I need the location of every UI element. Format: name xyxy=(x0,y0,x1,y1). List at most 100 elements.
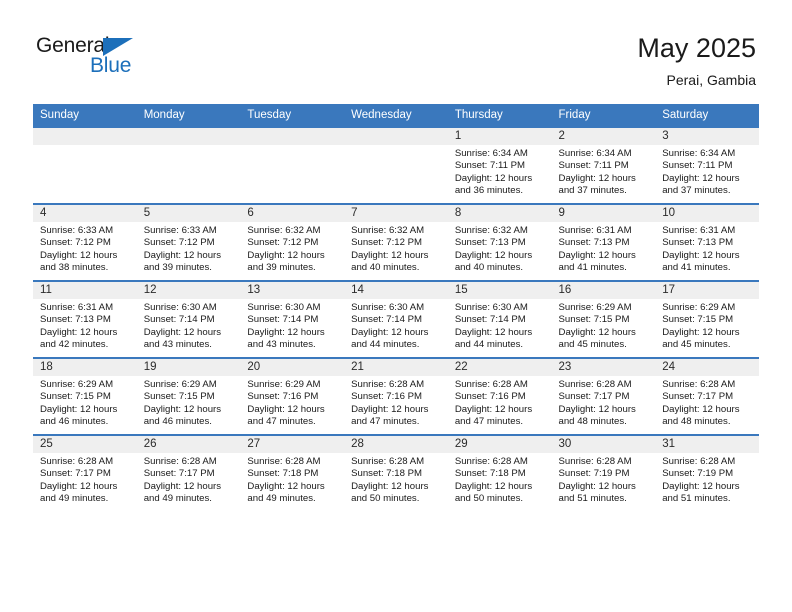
sunset-text: Sunset: 7:17 PM xyxy=(558,391,630,403)
calendar-day-cell[interactable]: 23 Sunrise: 6:28 AM Sunset: 7:17 PM Dayligh… xyxy=(551,357,656,435)
calendar-day-cell[interactable]: 25 Sunrise: 6:28 AM Sunset: 7:17 PM Dayligh… xyxy=(33,434,137,511)
calendar-day-cell[interactable]: 29 Sunrise: 6:28 AM Sunset: 7:18 PM Dayligh… xyxy=(447,434,552,511)
calendar-day-cell[interactable]: 5 Sunrise: 6:33 AM Sunset: 7:12 PM Daylight… xyxy=(136,203,241,281)
sunset-text: Sunset: 7:16 PM xyxy=(247,391,319,403)
day-details: Sunrise: 6:29 AM Sunset: 7:15 PM Daylight:… xyxy=(137,376,241,429)
day-details: Sunrise: 6:28 AM Sunset: 7:16 PM Daylight:… xyxy=(344,376,448,429)
calendar-day-cell[interactable]: 26 Sunrise: 6:28 AM Sunset: 7:17 PM Dayligh… xyxy=(136,434,241,511)
title-block: May 2025 Perai, Gambia xyxy=(637,32,756,90)
day-details: Sunrise: 6:28 AM Sunset: 7:18 PM Daylight:… xyxy=(344,453,448,506)
day-details: Sunrise: 6:32 AM Sunset: 7:12 PM Daylight:… xyxy=(344,222,448,275)
day-number: 29 xyxy=(447,436,552,453)
day-number: 13 xyxy=(240,282,345,299)
sunset-text: Sunset: 7:13 PM xyxy=(454,237,526,249)
sunset-text: Sunset: 7:15 PM xyxy=(662,314,734,326)
sunrise-text: Sunrise: 6:28 AM xyxy=(143,456,217,467)
sunrise-text: Sunrise: 6:32 AM xyxy=(247,225,321,236)
day-number: 1 xyxy=(447,128,552,145)
calendar-day-cell[interactable]: 21 Sunrise: 6:28 AM Sunset: 7:16 PM Dayligh… xyxy=(344,357,448,435)
calendar-day-cell[interactable]: 6 Sunrise: 6:32 AM Sunset: 7:12 PM Daylight… xyxy=(240,203,345,281)
sunrise-text: Sunrise: 6:28 AM xyxy=(351,379,425,390)
calendar-day-cell[interactable]: 19 Sunrise: 6:29 AM Sunset: 7:15 PM Dayligh… xyxy=(136,357,241,435)
daylight-text: Daylight: 12 hours and 46 minutes. xyxy=(40,403,118,428)
weekday-header-saturday: Saturday xyxy=(655,104,759,127)
day-number: 10 xyxy=(655,205,759,222)
day-number: 8 xyxy=(447,205,552,222)
sunset-text: Sunset: 7:19 PM xyxy=(662,468,734,480)
sunrise-text: Sunrise: 6:28 AM xyxy=(454,456,528,467)
sunrise-text: Sunrise: 6:33 AM xyxy=(40,225,114,236)
calendar-day-cell[interactable]: 16 Sunrise: 6:29 AM Sunset: 7:15 PM Dayligh… xyxy=(551,280,656,358)
daylight-text: Daylight: 12 hours and 47 minutes. xyxy=(247,403,325,428)
calendar-day-cell[interactable]: 8 Sunrise: 6:32 AM Sunset: 7:13 PM Daylight… xyxy=(447,203,552,281)
location-subtitle: Perai, Gambia xyxy=(666,72,756,88)
sunrise-text: Sunrise: 6:28 AM xyxy=(40,456,114,467)
sunrise-text: Sunrise: 6:29 AM xyxy=(558,302,632,313)
sunset-text: Sunset: 7:16 PM xyxy=(454,391,526,403)
calendar-day-cell[interactable]: 17 Sunrise: 6:29 AM Sunset: 7:15 PM Dayligh… xyxy=(655,280,759,358)
calendar-day-cell[interactable]: 31 Sunrise: 6:28 AM Sunset: 7:19 PM Dayligh… xyxy=(655,434,759,511)
day-details: Sunrise: 6:28 AM Sunset: 7:19 PM Daylight:… xyxy=(655,453,759,506)
sunrise-text: Sunrise: 6:31 AM xyxy=(662,225,736,236)
calendar-day-cell[interactable]: 13 Sunrise: 6:30 AM Sunset: 7:14 PM Dayligh… xyxy=(240,280,345,358)
daylight-text: Daylight: 12 hours and 49 minutes. xyxy=(247,480,325,505)
day-number: 23 xyxy=(551,359,656,376)
calendar-day-cell[interactable]: 27 Sunrise: 6:28 AM Sunset: 7:18 PM Dayligh… xyxy=(240,434,345,511)
day-details: Sunrise: 6:29 AM Sunset: 7:16 PM Daylight:… xyxy=(240,376,344,429)
daylight-text: Daylight: 12 hours and 45 minutes. xyxy=(558,326,636,351)
day-number: 27 xyxy=(240,436,345,453)
sunrise-text: Sunrise: 6:29 AM xyxy=(143,379,217,390)
calendar-day-cell[interactable]: 1 Sunrise: 6:34 AM Sunset: 7:11 PM Daylight… xyxy=(447,126,552,204)
calendar-day-cell[interactable]: 4 Sunrise: 6:33 AM Sunset: 7:12 PM Daylight… xyxy=(33,203,137,281)
sunrise-text: Sunrise: 6:29 AM xyxy=(662,302,736,313)
day-number: 2 xyxy=(551,128,656,145)
day-number: 16 xyxy=(551,282,656,299)
day-details: Sunrise: 6:30 AM Sunset: 7:14 PM Daylight:… xyxy=(448,299,552,352)
sunrise-text: Sunrise: 6:31 AM xyxy=(40,302,114,313)
calendar-day-cell[interactable]: 28 Sunrise: 6:28 AM Sunset: 7:18 PM Dayligh… xyxy=(344,434,448,511)
sunrise-text: Sunrise: 6:28 AM xyxy=(454,379,528,390)
day-number: 14 xyxy=(344,282,448,299)
day-number: 7 xyxy=(344,205,448,222)
day-number: 4 xyxy=(33,205,137,222)
calendar-day-cell[interactable]: 7 Sunrise: 6:32 AM Sunset: 7:12 PM Daylight… xyxy=(344,203,448,281)
calendar-day-cell[interactable]: 9 Sunrise: 6:31 AM Sunset: 7:13 PM Daylight… xyxy=(551,203,656,281)
calendar-day-cell[interactable]: 12 Sunrise: 6:30 AM Sunset: 7:14 PM Dayligh… xyxy=(136,280,241,358)
daylight-text: Daylight: 12 hours and 39 minutes. xyxy=(247,249,325,274)
sunrise-text: Sunrise: 6:34 AM xyxy=(558,148,632,159)
weekday-header-tuesday: Tuesday xyxy=(240,104,345,127)
day-details: Sunrise: 6:30 AM Sunset: 7:14 PM Daylight:… xyxy=(137,299,241,352)
day-details: Sunrise: 6:34 AM Sunset: 7:11 PM Daylight:… xyxy=(448,145,552,198)
sunrise-text: Sunrise: 6:28 AM xyxy=(558,456,632,467)
daylight-text: Daylight: 12 hours and 46 minutes. xyxy=(143,403,222,428)
calendar-day-cell[interactable]: 11 Sunrise: 6:31 AM Sunset: 7:13 PM Dayligh… xyxy=(33,280,137,358)
calendar-day-cell[interactable]: 24 Sunrise: 6:28 AM Sunset: 7:17 PM Dayligh… xyxy=(655,357,759,435)
daylight-text: Daylight: 12 hours and 44 minutes. xyxy=(454,326,533,351)
calendar-day-cell[interactable]: 22 Sunrise: 6:28 AM Sunset: 7:16 PM Dayligh… xyxy=(447,357,552,435)
sunset-text: Sunset: 7:13 PM xyxy=(40,314,111,326)
calendar-day-cell[interactable]: 2 Sunrise: 6:34 AM Sunset: 7:11 PM Daylight… xyxy=(551,126,656,204)
day-details: Sunrise: 6:29 AM Sunset: 7:15 PM Daylight:… xyxy=(33,376,137,429)
general-blue-logo[interactable]: General Blue xyxy=(36,34,166,82)
daylight-text: Daylight: 12 hours and 38 minutes. xyxy=(40,249,118,274)
weekday-header-thursday: Thursday xyxy=(447,104,552,127)
sunset-text: Sunset: 7:12 PM xyxy=(143,237,215,249)
calendar-day-cell[interactable]: 15 Sunrise: 6:30 AM Sunset: 7:14 PM Dayligh… xyxy=(447,280,552,358)
sunrise-text: Sunrise: 6:28 AM xyxy=(351,456,425,467)
sunrise-text: Sunrise: 6:28 AM xyxy=(247,456,321,467)
calendar-day-cell[interactable]: 20 Sunrise: 6:29 AM Sunset: 7:16 PM Dayligh… xyxy=(240,357,345,435)
calendar-day-cell[interactable]: 30 Sunrise: 6:28 AM Sunset: 7:19 PM Dayligh… xyxy=(551,434,656,511)
weekday-header-sunday: Sunday xyxy=(33,104,137,127)
calendar-day-cell[interactable]: 3 Sunrise: 6:34 AM Sunset: 7:11 PM Daylight… xyxy=(655,126,759,204)
sunrise-text: Sunrise: 6:30 AM xyxy=(454,302,528,313)
daylight-text: Daylight: 12 hours and 50 minutes. xyxy=(454,480,533,505)
sunset-text: Sunset: 7:13 PM xyxy=(662,237,734,249)
day-number: 30 xyxy=(551,436,656,453)
day-details: Sunrise: 6:31 AM Sunset: 7:13 PM Daylight:… xyxy=(655,222,759,275)
calendar-day-cell[interactable]: 10 Sunrise: 6:31 AM Sunset: 7:13 PM Dayligh… xyxy=(655,203,759,281)
sunrise-text: Sunrise: 6:33 AM xyxy=(143,225,217,236)
daylight-text: Daylight: 12 hours and 42 minutes. xyxy=(40,326,118,351)
calendar-day-cell[interactable]: 14 Sunrise: 6:30 AM Sunset: 7:14 PM Dayligh… xyxy=(344,280,448,358)
daylight-text: Daylight: 12 hours and 45 minutes. xyxy=(662,326,740,351)
calendar-day-cell[interactable]: 18 Sunrise: 6:29 AM Sunset: 7:15 PM Dayligh… xyxy=(33,357,137,435)
